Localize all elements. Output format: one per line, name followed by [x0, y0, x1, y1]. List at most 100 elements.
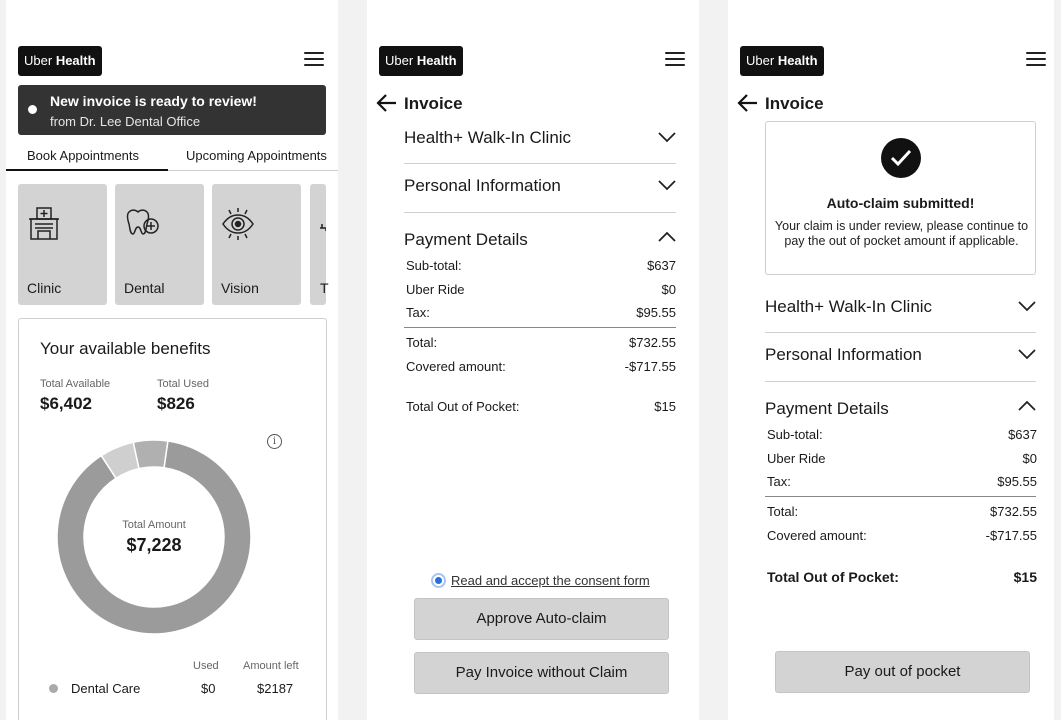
chevron-up-icon[interactable] — [658, 231, 676, 242]
menu-icon[interactable] — [1026, 52, 1046, 67]
vision-icon — [222, 208, 254, 240]
divider — [404, 212, 676, 213]
line-value: $15 — [1013, 569, 1037, 585]
line-label: Sub-total: — [767, 427, 823, 442]
line-out-of-pocket: Total Out of Pocket: $15 — [767, 569, 1037, 587]
dental-care-legend-dot — [49, 684, 58, 693]
menu-icon[interactable] — [304, 52, 324, 67]
category-clinic[interactable]: Clinic — [18, 184, 107, 305]
accordion-label: Personal Information — [404, 176, 561, 195]
amount-left-column-header: Amount left — [243, 660, 299, 672]
line-tax: Tax: $95.55 — [767, 474, 1037, 492]
divider — [765, 332, 1036, 333]
total-used-label: Total Used — [157, 378, 209, 390]
line-value: -$717.55 — [985, 528, 1037, 543]
line-label: Tax: — [767, 474, 791, 489]
line-value: $637 — [1008, 427, 1037, 442]
line-label: Tax: — [406, 305, 430, 320]
pay-without-claim-button[interactable]: Pay Invoice without Claim — [414, 652, 669, 694]
line-label: Total Out of Pocket: — [767, 569, 899, 585]
chevron-down-icon — [658, 180, 676, 191]
invoice-notification[interactable]: New invoice is ready to review! from Dr.… — [18, 85, 326, 135]
line-tax: Tax: $95.55 — [406, 305, 676, 323]
total-available-label: Total Available — [40, 378, 111, 390]
consent-form-link[interactable]: Read and accept the consent form — [451, 573, 650, 588]
used-column-header: Used — [193, 660, 219, 672]
line-uber-ride: Uber Ride $0 — [406, 282, 676, 300]
menu-icon[interactable] — [665, 52, 685, 67]
total-available-value: $6,402 — [40, 394, 92, 413]
category-label: Vision — [221, 280, 259, 296]
line-label: Covered amount: — [767, 528, 867, 543]
line-uber-ride: Uber Ride $0 — [767, 451, 1037, 469]
back-arrow-icon[interactable] — [737, 92, 759, 114]
accordion-label: Health+ Walk-In Clinic — [765, 297, 933, 316]
line-subtotal: Sub-total: $637 — [767, 427, 1037, 445]
line-value: $95.55 — [997, 474, 1037, 489]
line-value: $732.55 — [990, 504, 1037, 519]
notification-title: New invoice is ready to review! — [50, 93, 257, 109]
line-label: Total: — [767, 504, 799, 519]
line-value: $0 — [661, 282, 676, 297]
accordion-label: Personal Information — [765, 345, 922, 364]
tab-upcoming-appointments[interactable]: Upcoming Appointments — [186, 147, 327, 171]
logo-name: Health — [416, 53, 457, 68]
logo-prefix: Uber — [746, 53, 775, 68]
category-label: Clinic — [27, 280, 62, 296]
invoice-title: Invoice — [765, 94, 824, 113]
claim-submitted-title: Auto-claim submitted! — [826, 195, 975, 211]
benefits-title: Your available benefits — [40, 339, 211, 358]
notification-subtitle: from Dr. Lee Dental Office — [50, 114, 201, 129]
donut-center-value: $7,228 — [126, 535, 182, 555]
notification-dot — [28, 105, 37, 114]
category-vision[interactable]: Vision — [212, 184, 301, 305]
accordion-label: Health+ Walk-In Clinic — [404, 128, 572, 147]
pay-out-of-pocket-button[interactable]: Pay out of pocket — [775, 651, 1030, 693]
invoice-title: Invoice — [404, 94, 463, 113]
category-dental[interactable]: Dental — [115, 184, 204, 305]
info-icon[interactable]: i — [267, 434, 282, 449]
divider — [765, 496, 1036, 497]
benefit-row-used: $0 — [201, 681, 216, 696]
accordion-personal-info[interactable]: Personal Information — [404, 176, 676, 224]
uber-health-logo[interactable]: Uber Health — [379, 46, 463, 76]
appointment-tabs: Book Appointments Upcoming Appointments — [6, 147, 338, 171]
uber-health-logo[interactable]: Uber Health — [740, 46, 824, 76]
line-label: Uber Ride — [767, 451, 826, 466]
accordion-clinic[interactable]: Health+ Walk-In Clinic — [765, 297, 1036, 345]
line-covered-amount: Covered amount: -$717.55 — [406, 359, 676, 377]
line-subtotal: Sub-total: $637 — [406, 258, 676, 276]
chevron-up-icon[interactable] — [1018, 400, 1036, 411]
logo-name: Health — [777, 53, 818, 68]
line-total: Total: $732.55 — [767, 504, 1037, 522]
approve-auto-claim-button[interactable]: Approve Auto-claim — [414, 598, 669, 640]
line-label: Covered amount: — [406, 359, 506, 374]
partial-icon — [320, 224, 326, 231]
consent-radio[interactable] — [431, 573, 446, 588]
accordion-personal-info[interactable]: Personal Information — [765, 345, 1036, 393]
line-label: Uber Ride — [406, 282, 465, 297]
line-value: -$717.55 — [624, 359, 676, 374]
benefits-card: Your available benefits Total Available … — [18, 318, 327, 720]
donut-segment-2 — [132, 439, 169, 470]
line-value: $732.55 — [629, 335, 676, 350]
uber-health-logo[interactable]: Uber Health — [18, 46, 102, 76]
payment-details-title: Payment Details — [765, 399, 889, 418]
accordion-clinic[interactable]: Health+ Walk-In Clinic — [404, 128, 676, 176]
logo-prefix: Uber — [385, 53, 414, 68]
category-partial[interactable]: T — [310, 184, 329, 305]
tab-book-appointments[interactable]: Book Appointments — [6, 147, 168, 171]
line-value: $0 — [1022, 451, 1037, 466]
line-value: $15 — [654, 399, 676, 414]
line-covered-amount: Covered amount: -$717.55 — [767, 528, 1037, 546]
total-used-value: $826 — [157, 394, 195, 413]
benefit-row-category: Dental Care — [71, 681, 141, 696]
donut-center-label: Total Amount — [122, 519, 186, 531]
claim-submitted-message: Your claim is under review, please conti… — [774, 219, 1029, 248]
line-out-of-pocket: Total Out of Pocket: $15 — [406, 399, 676, 417]
line-label: Sub-total: — [406, 258, 462, 273]
line-value: $95.55 — [636, 305, 676, 320]
divider — [404, 327, 676, 328]
category-label: T — [320, 280, 329, 296]
back-arrow-icon[interactable] — [376, 92, 398, 114]
